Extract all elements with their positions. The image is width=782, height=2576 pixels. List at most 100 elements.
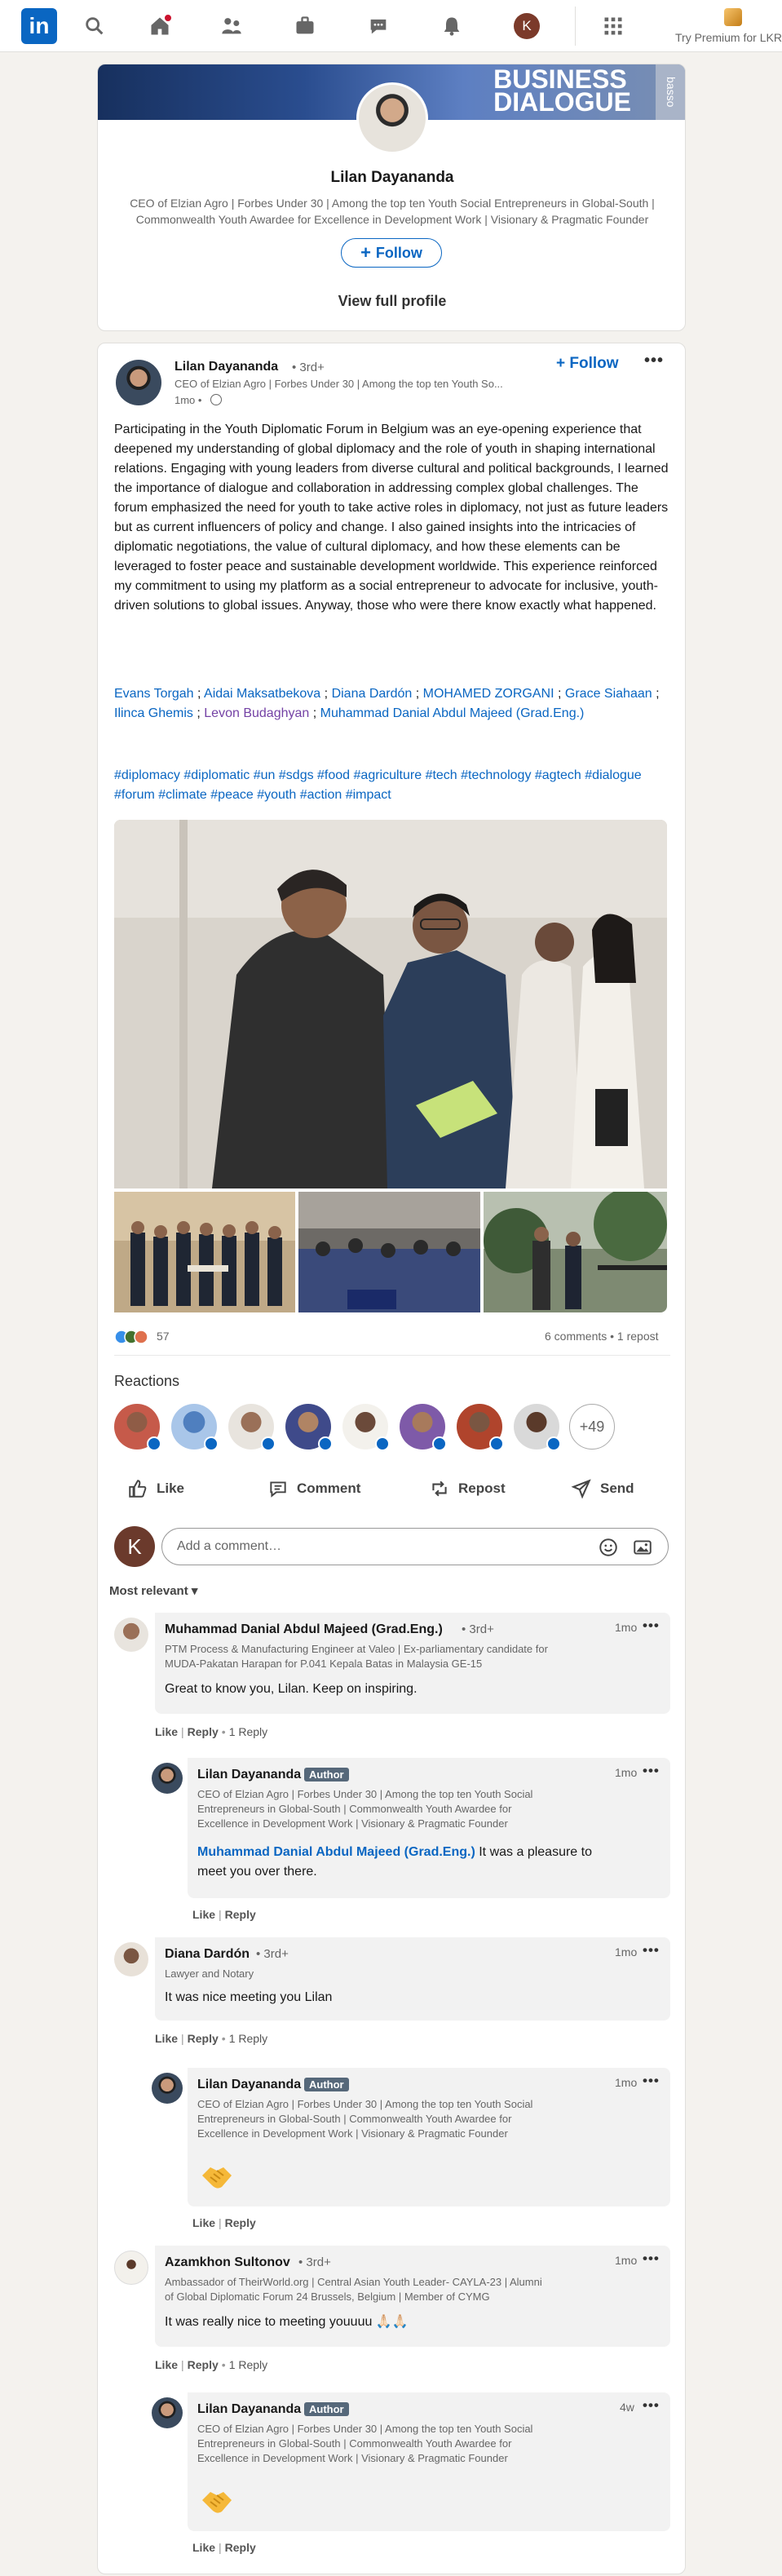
comment-bubble: Azamkhon Sultonov • 3rd+ Ambassador of T… (155, 2246, 670, 2347)
reactor-avatar[interactable] (514, 1404, 561, 1451)
reactor-avatar[interactable] (114, 1404, 161, 1451)
network-icon[interactable] (219, 13, 245, 39)
profile-photo[interactable] (356, 82, 428, 154)
post-hashtags[interactable]: #diplomacy #diplomatic #un #sdgs #food #… (114, 766, 672, 805)
comment-like-button[interactable]: Like (155, 2032, 178, 2045)
reaction-icons[interactable] (114, 1330, 150, 1344)
reactor-avatar[interactable] (342, 1404, 390, 1451)
comment-more-icon[interactable]: ••• (643, 1942, 660, 1959)
reactor-avatar[interactable] (285, 1404, 333, 1451)
commenter-name[interactable]: Lilan Dayananda (197, 2078, 301, 2092)
mention-link[interactable]: Evans Torgah (114, 687, 194, 701)
comment-more-icon[interactable]: ••• (643, 1763, 660, 1779)
mention-link[interactable]: Diana Dardón (332, 687, 413, 701)
comment-like-button[interactable]: Like (192, 1908, 215, 1921)
comment-more-icon[interactable]: ••• (643, 1618, 660, 1634)
comment-reply-count[interactable]: 1 Reply (229, 2358, 267, 2371)
commenter-avatar[interactable] (114, 1942, 148, 1976)
comment-reply-button[interactable]: Reply (225, 2541, 256, 2554)
comment-reply-count[interactable]: 1 Reply (229, 2032, 267, 2045)
commenter-name[interactable]: Diana Dardón (165, 1947, 250, 1962)
comment-time: 4w (620, 2401, 634, 2414)
mention-link[interactable]: Muhammad Danial Abdul Majeed (Grad.Eng.) (197, 1845, 475, 1859)
comment-time: 1mo (615, 1945, 638, 1959)
jobs-icon[interactable] (292, 13, 318, 39)
commenter-name[interactable]: Lilan Dayananda (197, 1768, 301, 1782)
post-card: Lilan Dayananda • 3rd+ CEO of Elzian Agr… (97, 343, 686, 2574)
mention-link[interactable]: Muhammad Danial Abdul Majeed (Grad.Eng.) (320, 706, 585, 720)
reactor-avatar[interactable] (457, 1404, 504, 1451)
like-button[interactable]: Like (127, 1472, 184, 1505)
mention-link[interactable]: Grace Siahaan (565, 687, 652, 701)
follow-button[interactable]: + Follow (341, 238, 442, 268)
add-comment-input[interactable]: Add a comment… (161, 1528, 669, 1565)
comment-button[interactable]: Comment (267, 1472, 360, 1505)
view-full-profile-link[interactable]: View full profile (98, 293, 685, 310)
emoji-icon[interactable] (598, 1537, 619, 1558)
nav-divider (575, 7, 576, 46)
commenter-avatar[interactable] (114, 2251, 148, 2285)
messaging-icon[interactable] (365, 13, 391, 39)
comment-more-icon[interactable]: ••• (643, 2073, 660, 2089)
commenter-avatar[interactable] (152, 2397, 183, 2428)
profile-name[interactable]: Lilan Dayananda (98, 169, 685, 187)
home-icon[interactable] (147, 13, 173, 39)
comment-more-icon[interactable]: ••• (643, 2251, 660, 2267)
post-photo-thumb[interactable] (298, 1192, 480, 1312)
send-button[interactable]: Send (571, 1472, 634, 1505)
commenter-avatar[interactable] (114, 1618, 148, 1652)
mention-link[interactable]: Ilinca Ghemis (114, 706, 193, 720)
comment-reply-button[interactable]: Reply (188, 1725, 219, 1738)
reactor-avatar[interactable] (171, 1404, 219, 1451)
post-photo-thumb[interactable] (484, 1192, 667, 1312)
commenter-name[interactable]: Muhammad Danial Abdul Majeed (Grad.Eng.) (165, 1622, 443, 1637)
comment-like-button[interactable]: Like (192, 2216, 215, 2229)
commenter-avatar[interactable] (152, 1763, 183, 1794)
post-author-avatar[interactable] (116, 360, 161, 405)
comments-reposts-count[interactable]: 6 comments • 1 repost (545, 1330, 659, 1343)
like-badge-icon (489, 1436, 504, 1451)
post-photo-main[interactable] (114, 820, 667, 1188)
reply-bubble: Lilan Dayananda Author CEO of Elzian Agr… (188, 2068, 670, 2206)
search-icon[interactable] (82, 13, 108, 39)
reactor-avatar[interactable] (400, 1404, 447, 1451)
comment-like-button[interactable]: Like (192, 2541, 215, 2554)
comment-reply-count[interactable]: 1 Reply (229, 1725, 267, 1738)
commenter-name[interactable]: Azamkhon Sultonov (165, 2255, 290, 2270)
comment-reply-button[interactable]: Reply (188, 2032, 219, 2045)
commenter-headline: CEO of Elzian Agro | Forbes Under 30 | A… (197, 1788, 533, 1830)
author-badge: Author (304, 2402, 349, 2416)
comment-icon (270, 1481, 286, 1498)
comment-reply-button[interactable]: Reply (225, 1908, 256, 1921)
apps-grid-icon[interactable] (600, 13, 626, 39)
reactions-heading: Reactions (114, 1373, 180, 1389)
repost-button[interactable]: Repost (429, 1472, 506, 1505)
reactor-avatar[interactable] (228, 1404, 276, 1451)
linkedin-logo[interactable]: in (21, 8, 57, 44)
mention-link[interactable]: Aidai Maksatbekova (204, 687, 320, 701)
commenter-degree: • 3rd+ (462, 1622, 494, 1636)
like-badge-icon (546, 1436, 561, 1451)
comment-like-button[interactable]: Like (155, 1725, 178, 1738)
comment-reply-button[interactable]: Reply (188, 2358, 219, 2371)
more-reactors-button[interactable]: +49 (569, 1404, 615, 1450)
comment-more-icon[interactable]: ••• (643, 2397, 660, 2414)
post-follow-button[interactable]: + Follow (556, 355, 619, 373)
commenter-name[interactable]: Lilan Dayananda (197, 2402, 301, 2417)
like-badge-icon (318, 1436, 333, 1451)
me-avatar[interactable]: K (514, 13, 540, 39)
commenter-avatar[interactable] (152, 2073, 183, 2104)
mention-link[interactable]: Levon Budaghyan (204, 706, 309, 720)
more-options-icon[interactable]: ••• (644, 352, 664, 370)
notifications-icon[interactable] (439, 13, 465, 39)
premium-icon[interactable] (724, 8, 742, 26)
image-icon[interactable] (632, 1537, 653, 1558)
comment-reply-button[interactable]: Reply (225, 2216, 256, 2229)
post-author-name[interactable]: Lilan Dayananda (175, 360, 278, 374)
post-photo-thumb[interactable] (114, 1192, 295, 1312)
premium-link[interactable]: Try Premium for LKR0 (675, 31, 782, 44)
reaction-count[interactable]: 57 (157, 1330, 170, 1343)
comment-like-button[interactable]: Like (155, 2358, 178, 2371)
mention-link[interactable]: MOHAMED ZORGANI (423, 687, 554, 701)
comment-sort-dropdown[interactable]: Most relevant ▾ (109, 1583, 197, 1598)
